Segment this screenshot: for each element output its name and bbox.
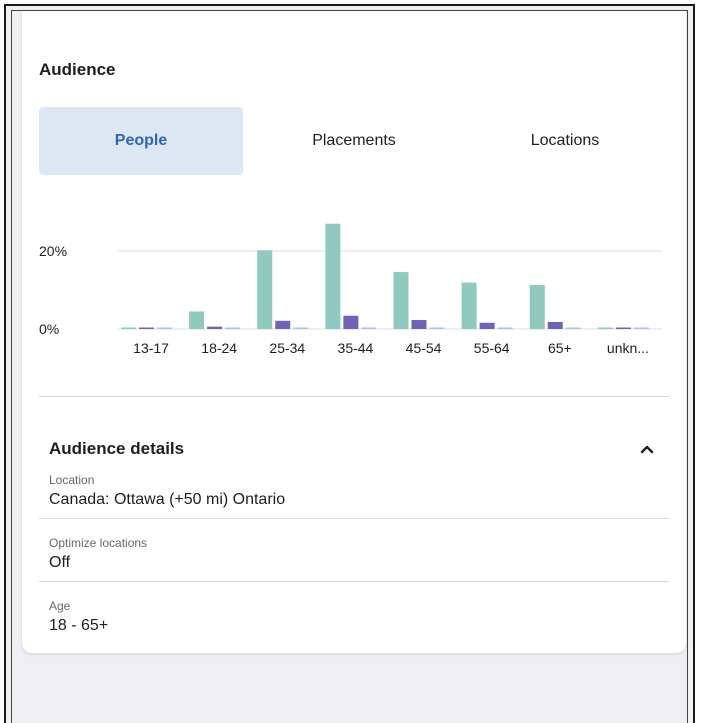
age-value: 18 - 65+ xyxy=(49,617,109,634)
divider xyxy=(39,518,669,519)
tab-locations[interactable]: Locations xyxy=(463,107,667,175)
location-label: Location xyxy=(49,473,95,487)
audience-title: Audience xyxy=(39,60,116,79)
audience-tabs: People Placements Locations xyxy=(39,107,675,175)
bar[interactable] xyxy=(189,311,205,329)
bar[interactable] xyxy=(497,327,513,330)
y-tick-label: 0% xyxy=(39,321,59,337)
age-chart: 0% 20% 13-17 18-24 25-34 35-44 45-54 55-64 65+ un… xyxy=(22,211,686,371)
bar[interactable] xyxy=(479,322,495,329)
y-tick-label: 20% xyxy=(39,243,67,259)
bar[interactable] xyxy=(529,284,545,329)
bar[interactable] xyxy=(343,315,359,329)
tab-placements[interactable]: Placements xyxy=(252,107,456,175)
optimize-locations-value: Off xyxy=(49,554,71,571)
app-frame: Audience People Placements Locations 0% 2… xyxy=(4,4,695,723)
divider xyxy=(39,581,669,582)
bar[interactable] xyxy=(157,327,172,330)
bar[interactable] xyxy=(257,250,273,329)
bar[interactable] xyxy=(325,223,341,329)
bar[interactable] xyxy=(361,327,377,330)
x-tick-label: 35-44 xyxy=(338,340,374,356)
age-chart-svg: 0% 20% 13-17 18-24 25-34 35-44 45-54 55-64 65+ un… xyxy=(39,223,662,356)
x-tick-label: 18-24 xyxy=(201,340,237,356)
bar[interactable] xyxy=(207,326,223,329)
bar[interactable] xyxy=(633,327,649,330)
bar[interactable] xyxy=(225,327,241,330)
bar[interactable] xyxy=(121,327,136,330)
bar[interactable] xyxy=(275,320,291,329)
x-tick-label: 65+ xyxy=(548,340,572,356)
bar[interactable] xyxy=(411,320,427,329)
bar[interactable] xyxy=(139,327,154,330)
divider xyxy=(39,396,669,397)
bar[interactable] xyxy=(393,272,409,329)
chevron-up-icon[interactable] xyxy=(636,438,658,460)
x-tick-label: 55-64 xyxy=(474,340,510,356)
bar[interactable] xyxy=(565,327,581,330)
location-value: Canada: Ottawa (+50 mi) Ontario xyxy=(49,491,286,508)
x-tick-label: 45-54 xyxy=(406,340,442,356)
optimize-locations-label: Optimize locations xyxy=(49,536,148,550)
bar[interactable] xyxy=(293,327,309,330)
audience-details-title: Audience details xyxy=(49,439,185,458)
x-tick-label: 25-34 xyxy=(269,340,305,356)
age-label: Age xyxy=(49,599,71,613)
audience-card: Audience People Placements Locations 0% 2… xyxy=(22,11,686,653)
x-tick-label: unkn... xyxy=(607,340,649,356)
bar[interactable] xyxy=(615,327,631,330)
bar[interactable] xyxy=(547,321,563,329)
x-tick-label: 13-17 xyxy=(133,340,169,356)
bar[interactable] xyxy=(461,282,477,329)
bar[interactable] xyxy=(429,327,445,330)
screen: Audience People Placements Locations 0% 2… xyxy=(11,10,688,723)
tab-people[interactable]: People xyxy=(39,107,243,175)
bar[interactable] xyxy=(597,327,613,330)
